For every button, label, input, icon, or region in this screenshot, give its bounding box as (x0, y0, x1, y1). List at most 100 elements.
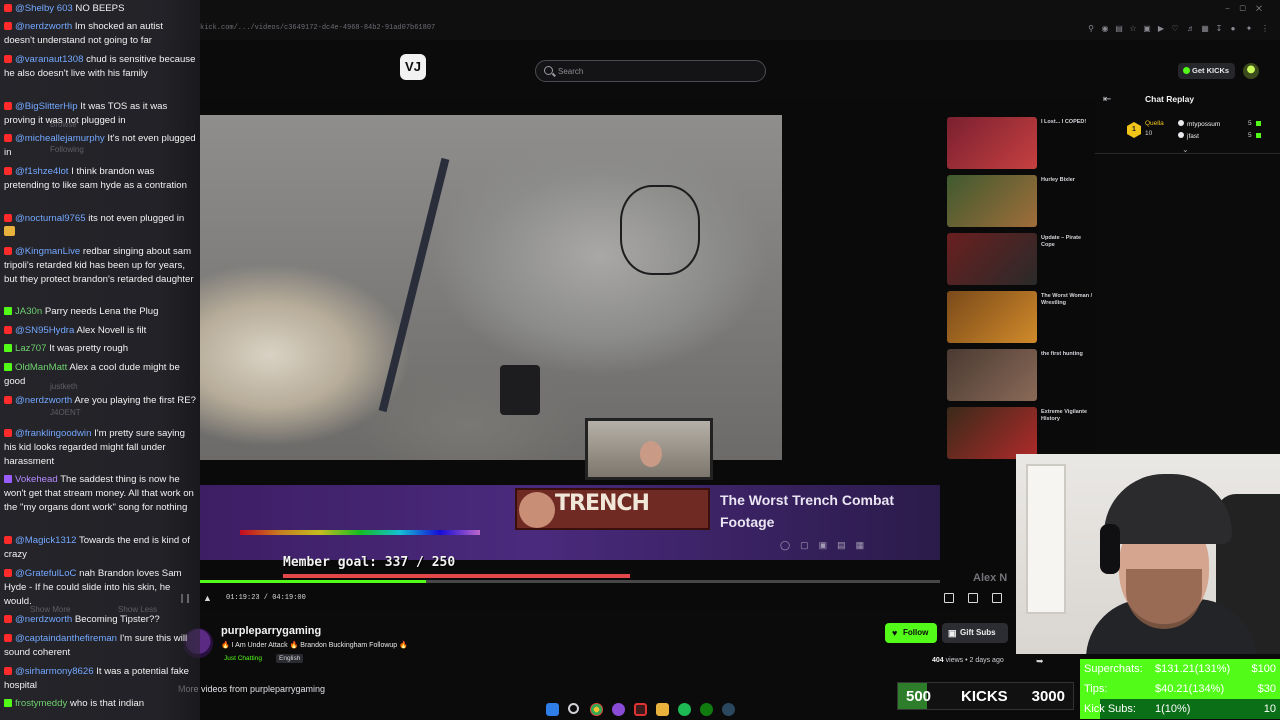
xbox-icon[interactable] (700, 703, 713, 716)
leaderboard-row[interactable]: mtypossum 5 (1178, 120, 1261, 128)
site-logo[interactable]: VJ (400, 54, 426, 80)
chat-username[interactable]: @Magick1312 (15, 535, 76, 546)
related-video-thumbnail[interactable] (947, 117, 1037, 169)
chat-username[interactable]: @sirharmony8626 (15, 666, 94, 677)
chat-message: @micheallejamurphy It's not even plugged… (4, 132, 196, 160)
related-video-title-text: Extreme Vigilante History (1041, 409, 1088, 422)
chat-username[interactable]: @nerdzworth (15, 21, 72, 32)
chat-username[interactable]: @nerdzworth (15, 614, 72, 625)
chat-username[interactable]: @captaindanthefireman (15, 633, 117, 644)
progress-bar[interactable] (200, 580, 940, 583)
leaderboard-user[interactable]: Quella (1145, 120, 1164, 127)
related-video-thumbnail[interactable] (947, 349, 1037, 401)
windows-start-icon[interactable] (546, 703, 559, 716)
chat-username[interactable]: OldManMatt (15, 362, 67, 373)
youtube-icon (4, 214, 12, 222)
search-input[interactable] (558, 64, 758, 78)
chat-message: Vokehead The saddest thing is now he won… (4, 473, 196, 515)
search-box[interactable] (535, 60, 766, 82)
steam-icon[interactable] (722, 703, 735, 716)
puzzle-icon[interactable]: ▣ (1142, 24, 1152, 34)
youtube-icon (4, 167, 12, 175)
get-kicks-button[interactable]: Get KICKs (1178, 63, 1236, 79)
search-taskbar-icon[interactable] (568, 703, 579, 714)
window-controls[interactable]: ⎯▢✕ (1226, 4, 1273, 14)
related-video-title[interactable]: The Worst Woman / Wrestling (1041, 293, 1096, 307)
chat-username[interactable]: @KingmanLive (15, 246, 80, 257)
related-video-thumbnail[interactable] (947, 291, 1037, 343)
twitch-icon (4, 475, 12, 483)
chat-message: @f1shze4lot I think brandon was pretendi… (4, 165, 196, 193)
spotify-icon[interactable] (678, 703, 691, 716)
chat-message-text: Becoming Tipster?? (74, 614, 160, 625)
chat-message-text: It was pretty rough (49, 343, 129, 354)
shield-icon[interactable]: ▤ (1114, 24, 1124, 34)
chat-username[interactable]: @BigSlitterHip (15, 101, 78, 112)
profile-icon[interactable]: ● (1228, 24, 1238, 34)
chat-username[interactable]: Vokehead (15, 474, 58, 485)
pip-icon[interactable] (968, 593, 978, 603)
bookmark-icon[interactable]: ☆ (1128, 24, 1138, 34)
chat-username[interactable]: @franklingoodwin (15, 428, 91, 439)
chat-message: frostymeddy who is that indian (4, 697, 196, 711)
play-extension-icon[interactable]: ▶ (1156, 24, 1166, 34)
share-icon[interactable]: ➥ (1036, 656, 1044, 667)
chat-username[interactable]: @Shelby 603 (15, 3, 73, 14)
related-video-title[interactable]: Hurley Bixler (1041, 177, 1096, 184)
extensions-icon[interactable]: ▦ (1200, 24, 1210, 34)
chrome-icon[interactable] (590, 703, 603, 716)
zoom-icon[interactable]: ⚲ (1086, 24, 1096, 34)
chat-username[interactable]: @nerdzworth (15, 395, 72, 406)
speaker-icon[interactable]: ♬ (1186, 24, 1196, 34)
related-video-thumbnail[interactable] (947, 233, 1037, 285)
fullscreen-icon[interactable] (992, 593, 1002, 603)
category-tag[interactable]: Just Chatting (221, 654, 265, 663)
chat-username[interactable]: @GratefulLoC (15, 568, 76, 579)
search-icon (544, 66, 553, 75)
donation-goal-value: 1(10%) (1155, 703, 1191, 715)
collapse-chat-icon[interactable]: ⇤ (1103, 94, 1111, 105)
language-tag[interactable]: English (276, 654, 304, 663)
related-video-title[interactable]: Extreme Vigilante History (1041, 409, 1096, 423)
ai-icon[interactable]: ✦ (1244, 24, 1254, 34)
leaderboard-row[interactable]: jfast 5 (1178, 132, 1261, 140)
related-video-thumbnail[interactable] (947, 407, 1037, 459)
address-bar-url[interactable]: kick.com/.../videos/c3649172-dc4e-4968-8… (200, 24, 435, 32)
related-video-title-text: the first hunting (1041, 351, 1083, 357)
chat-username[interactable]: @micheallejamurphy (15, 133, 105, 144)
video-frame[interactable] (200, 115, 782, 460)
chat-username[interactable]: JA30n (15, 306, 42, 317)
chat-message: @nerdzworth Im shocked an autist doesn't… (4, 20, 196, 48)
chat-username[interactable]: @nocturnal9765 (15, 213, 86, 224)
related-video-thumbnail[interactable] (947, 175, 1037, 227)
follow-button[interactable]: Follow (885, 623, 937, 643)
user-avatar[interactable] (1243, 63, 1259, 79)
downloads-icon[interactable]: ↧ (1214, 24, 1224, 34)
gift-subs-button[interactable]: Gift Subs (942, 623, 1008, 643)
donation-goal-label: Kick Subs: (1084, 703, 1136, 715)
related-video-title[interactable]: the first hunting (1041, 351, 1096, 358)
volume-icon[interactable]: ▲ (203, 594, 215, 603)
chat-username[interactable]: @f1shze4lot (15, 166, 68, 177)
chevron-down-icon[interactable]: ⌄ (1182, 145, 1189, 154)
discord-icon[interactable] (612, 703, 625, 716)
related-video-title[interactable]: Update – Pirate Cope (1041, 235, 1096, 249)
heart-icon[interactable]: ♡ (1170, 24, 1180, 34)
chat-message: @SN95Hydra Alex Novell is filt (4, 324, 196, 338)
chat-message-text: Alex Novell is filt (76, 325, 147, 336)
chat-username[interactable]: Laz707 (15, 343, 46, 354)
chat-message-text: Are you playing the first RE? (74, 395, 196, 406)
chat-username[interactable]: @SN95Hydra (15, 325, 74, 336)
theater-mode-icon[interactable] (944, 593, 954, 603)
views-suffix: views • 2 days ago (945, 657, 1004, 664)
channel-name[interactable]: purpleparrygaming (221, 625, 321, 637)
extension-icon[interactable]: ◉ (1100, 24, 1110, 34)
folder-icon[interactable] (656, 703, 669, 716)
chat-username[interactable]: @varanaut1308 (15, 54, 83, 65)
menu-icon[interactable]: ⋮ (1260, 24, 1270, 34)
kicks-target: 3000 (1031, 688, 1065, 705)
obs-icon[interactable] (634, 703, 647, 716)
video-player[interactable]: I Lost... I COPED! Hurley Bixler Update – … (200, 100, 1095, 610)
chat-username[interactable]: frostymeddy (15, 698, 67, 709)
related-video-title[interactable]: I Lost... I COPED! (1041, 119, 1096, 126)
